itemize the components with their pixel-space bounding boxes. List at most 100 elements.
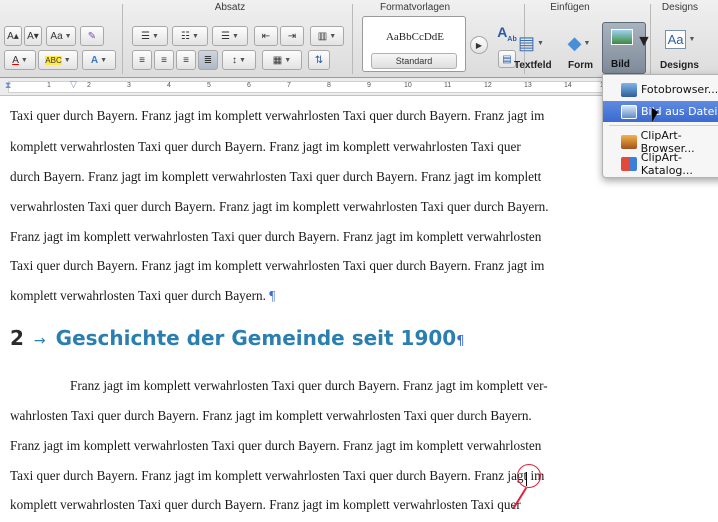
pilcrow-icon: ¶ — [269, 288, 276, 303]
text-line: Taxi quer durch Bayern. Franz jagt im ko… — [10, 108, 545, 123]
textfeld-button[interactable]: ▤ ▼ — [514, 30, 548, 56]
change-case-button[interactable]: Aa ▼ — [46, 26, 76, 46]
numbered-list-button[interactable]: ☷ ▼ — [172, 26, 208, 46]
heading-number: 2 — [10, 326, 24, 350]
multilevel-list-icon: ☰ — [221, 30, 231, 42]
section-heading: 2 → Geschichte der Gemeinde seit 1900¶ — [10, 326, 465, 350]
sort-button[interactable]: ⇅ — [308, 50, 330, 70]
justify-button[interactable]: ≣ — [198, 50, 218, 70]
form-label: Form — [568, 60, 593, 71]
font-color-button[interactable]: A ▼ — [4, 50, 36, 70]
ruler-tick: 3 — [127, 82, 131, 89]
ruler-tick: 12 — [484, 82, 492, 89]
chevron-down-icon: ▼ — [152, 32, 159, 40]
clear-format-button[interactable]: ✎ — [80, 26, 104, 46]
justify-icon: ≣ — [203, 54, 213, 66]
menu-item-fotobrowser[interactable]: Fotobrowser... — [603, 79, 718, 100]
ruler-tick: 10 — [404, 82, 412, 89]
menu-item-clipart-katalog[interactable]: ClipArt-Katalog... — [603, 150, 718, 177]
chevron-down-icon: ▼ — [100, 56, 108, 64]
group-title-designs: Designs — [661, 2, 699, 13]
line-spacing-icon: ↕ — [232, 54, 238, 66]
numbered-list-icon: ☷ — [181, 30, 191, 42]
play-icon: ▶ — [475, 40, 483, 50]
chevron-down-icon: ▼ — [64, 32, 72, 40]
ribbon-separator — [122, 4, 123, 74]
bullet-list-button[interactable]: ☰ ▼ — [132, 26, 168, 46]
indent-marker-icon[interactable]: ⧗ — [5, 80, 11, 91]
text-line: komplett verwahrlosten Taxi quer durch B… — [10, 139, 521, 154]
borders-button[interactable]: ▦ ▼ — [262, 50, 302, 70]
ruler-tick: 9 — [367, 82, 371, 89]
designs-theme-button[interactable]: Aa ▼ — [660, 24, 700, 54]
columns-button[interactable]: ▥ ▼ — [310, 26, 344, 46]
tab-arrow-icon: → — [33, 333, 46, 349]
picture-icon — [611, 29, 633, 45]
ribbon: Absatz Formatvorlagen Einfügen Designs A… — [0, 0, 718, 78]
align-left-button[interactable]: ≡ — [132, 50, 152, 70]
bullet-list-icon: ☰ — [141, 30, 151, 42]
picture-file-icon — [621, 104, 637, 119]
chevron-down-icon: ▼ — [192, 32, 199, 40]
pilcrow-icon: ¶ — [456, 334, 465, 349]
increase-indent-icon: ⇥ — [287, 30, 297, 42]
paragraph-last-line: komplett verwahrlosten Taxi quer durch B… — [10, 288, 275, 304]
photo-browser-icon — [621, 82, 637, 97]
shrink-font-label: A▾ — [27, 30, 39, 42]
ruler-track — [8, 81, 608, 93]
ribbon-separator — [650, 4, 651, 74]
text-line: Taxi quer durch Bayern. Franz jagt im ko… — [10, 468, 545, 483]
form-button[interactable]: ◆ ▼ — [560, 30, 598, 56]
chevron-down-icon: ▼ — [329, 32, 337, 40]
chevron-down-icon: ▼ — [688, 35, 696, 43]
designs-icon: Aa — [664, 29, 687, 49]
text-effect-button[interactable]: A ▼ — [82, 50, 116, 70]
grow-font-label: A▴ — [7, 30, 19, 42]
sort-icon: ⇅ — [314, 54, 324, 66]
menu-item-clipart-browser[interactable]: ClipArt-Browser... — [603, 129, 718, 155]
text-line: Franz jagt im komplett verwahrlosten Tax… — [70, 378, 548, 393]
style-gallery[interactable]: AaBbCcDdE Standard — [362, 16, 466, 72]
align-center-button[interactable]: ≡ — [154, 50, 174, 70]
columns-icon: ▥ — [317, 30, 328, 42]
line-spacing-button[interactable]: ↕ ▼ — [222, 50, 256, 70]
ruler-tick: 13 — [524, 82, 532, 89]
bild-label: Bild — [611, 59, 630, 70]
styles-pane-icon: ▤ — [502, 53, 512, 65]
bild-dropdown-menu: Fotobrowser... Bild aus Datei... ClipArt… — [602, 74, 718, 178]
gallery-scroll-button[interactable]: ▶ — [470, 36, 488, 54]
grow-font-button[interactable]: A▴ — [4, 26, 22, 46]
bild-button[interactable]: ▼ Bild — [602, 22, 652, 74]
text-line: verwahrlosten Taxi quer durch Bayern. Fr… — [10, 199, 549, 214]
multilevel-list-button[interactable]: ☰ ▼ — [212, 26, 248, 46]
change-case-label: Aa — [50, 30, 63, 42]
decrease-indent-button[interactable]: ⇤ — [254, 26, 278, 46]
menu-item-label: ClipArt-Katalog... — [640, 150, 693, 177]
eraser-icon: ✎ — [87, 30, 97, 42]
text-line: Taxi quer durch Bayern. Franz jagt im ko… — [10, 258, 545, 273]
textbox-icon: ▤ — [518, 32, 536, 53]
designs-label: Designs — [660, 60, 699, 71]
increase-indent-button[interactable]: ⇥ — [280, 26, 304, 46]
text-line: durch Bayern. Franz jagt im komplett ver… — [10, 169, 542, 184]
menu-item-bild-aus-datei[interactable]: Bild aus Datei... — [603, 101, 718, 122]
text-line: Franz jagt im komplett verwahrlosten Tax… — [10, 229, 542, 244]
chevron-down-icon: ▼ — [232, 32, 239, 40]
ruler-tick: 1 — [47, 82, 51, 89]
first-line-indent-icon[interactable]: ▽ — [70, 79, 77, 90]
group-title-absatz: Absatz — [214, 2, 246, 13]
ruler-tick: 4 — [167, 82, 171, 89]
ruler-tick: 6 — [247, 82, 251, 89]
align-left-icon: ≡ — [139, 54, 145, 66]
chevron-down-icon: ▼ — [239, 56, 246, 64]
align-right-button[interactable]: ≡ — [176, 50, 196, 70]
ruler-tick: 5 — [207, 82, 211, 89]
clipart-browser-icon — [621, 134, 637, 149]
menu-item-label: Fotobrowser... — [641, 83, 718, 96]
shrink-font-button[interactable]: A▾ — [24, 26, 42, 46]
decrease-indent-icon: ⇤ — [261, 30, 271, 42]
style-standard[interactable]: Standard — [371, 53, 457, 69]
chevron-down-icon: ▼ — [583, 39, 591, 47]
group-title-formatvorlagen: Formatvorlagen — [379, 2, 451, 13]
highlight-button[interactable]: ABC ▼ — [38, 50, 78, 70]
